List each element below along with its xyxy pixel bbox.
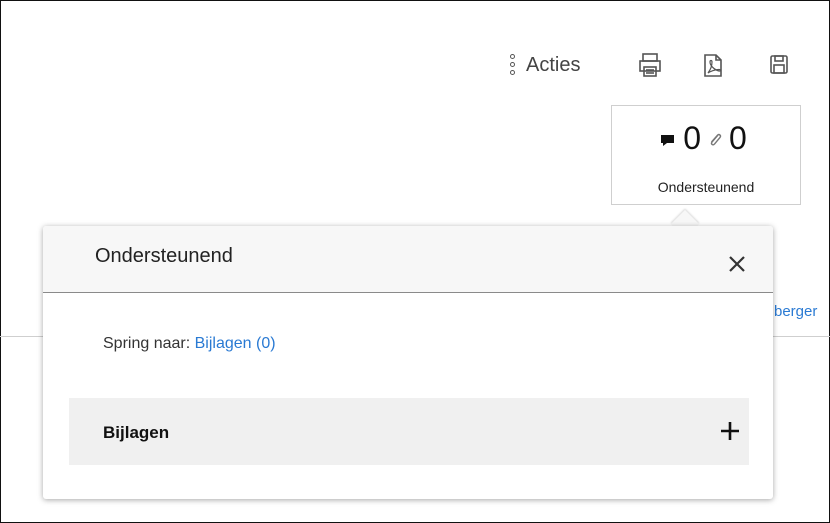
comment-icon	[659, 120, 677, 157]
paperclip-icon	[707, 120, 723, 157]
comments-count: 0	[683, 120, 701, 156]
add-icon[interactable]	[719, 420, 741, 442]
save-icon[interactable]	[766, 50, 792, 80]
counter-label: Ondersteunend	[657, 179, 755, 195]
attachments-section-title: Bijlagen	[103, 423, 170, 442]
actions-menu-button[interactable]: Acties	[508, 52, 580, 78]
close-icon[interactable]	[725, 252, 749, 276]
jump-prefix: Spring naar:	[103, 335, 191, 352]
toolbar: Acties	[508, 50, 580, 80]
more-vertical-icon	[508, 52, 518, 78]
pdf-icon[interactable]	[700, 50, 726, 80]
jump-to: Spring naar: Bijlagen (0)	[103, 335, 276, 353]
popover-header: Ondersteunend	[43, 226, 773, 293]
print-icon[interactable]	[637, 50, 663, 80]
popover-title: Ondersteunend	[95, 245, 233, 267]
actions-label: Acties	[526, 53, 581, 76]
supporting-popover: Ondersteunend Spring naar: Bijlagen (0) …	[43, 226, 773, 499]
jump-link-attachments[interactable]: Bijlagen (0)	[195, 335, 276, 352]
supporting-counter-button[interactable]: 0 0 Ondersteunend	[611, 105, 801, 205]
attachments-count: 0	[729, 120, 747, 156]
background-partial-link[interactable]: berger	[774, 303, 817, 320]
attachments-section-header[interactable]: Bijlagen	[69, 398, 749, 465]
counts-row: 0 0	[612, 120, 800, 157]
